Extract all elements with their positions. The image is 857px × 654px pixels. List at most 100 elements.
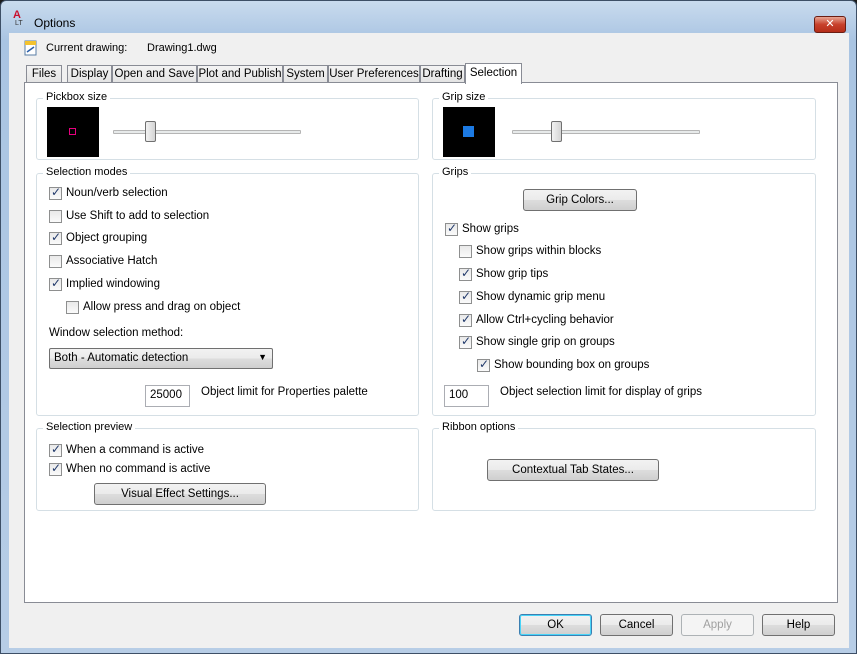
checkbox-box[interactable] <box>66 301 79 314</box>
window-title: Options <box>34 16 76 30</box>
checkbox-label: Show grips <box>462 223 519 235</box>
checkbox-box[interactable]: ✓ <box>459 312 472 327</box>
check-icon: ✓ <box>51 230 62 244</box>
window-method-label: Window selection method: <box>49 327 184 339</box>
drawing-file-icon <box>24 40 37 56</box>
checkbox-label: Allow Ctrl+cycling behavior <box>476 314 614 326</box>
grip-size-preview <box>443 107 495 157</box>
checkbox-box[interactable]: ✓ <box>49 442 62 457</box>
checkbox-label: Show grips within blocks <box>476 245 602 257</box>
close-icon: ✕ <box>825 18 835 30</box>
help-button[interactable]: Help <box>762 614 835 636</box>
checkbox-label: Show grip tips <box>476 268 549 280</box>
tab-selection[interactable]: Selection <box>465 63 522 84</box>
check-icon: ✓ <box>461 312 472 326</box>
pickbox-size-title: Pickbox size <box>43 91 111 103</box>
grip-limit-label: Object selection limit for display of gr… <box>500 386 702 398</box>
selection-modes-group: Selection modes ✓ Noun/verb selection Us… <box>36 166 419 416</box>
ribbon-options-title: Ribbon options <box>439 421 519 433</box>
check-icon: ✓ <box>461 334 472 348</box>
chevron-down-icon: ▼ <box>258 352 267 362</box>
tab-label: Display <box>70 68 109 80</box>
check-icon: ✓ <box>447 221 458 235</box>
grip-limit-input[interactable]: 100 <box>444 385 489 407</box>
button-label: Apply <box>703 619 732 631</box>
tab-user-preferences[interactable]: User Preferences <box>328 65 420 83</box>
checkbox-box[interactable]: ✓ <box>459 266 472 281</box>
tab-plot-and-publish[interactable]: Plot and Publish <box>197 65 283 83</box>
tab-label: User Preferences <box>329 68 419 80</box>
checkbox-box[interactable]: ✓ <box>477 357 490 372</box>
checkbox-label: When a command is active <box>66 444 205 456</box>
grip-colors-button[interactable]: Grip Colors... <box>523 189 637 211</box>
svg-text:LT: LT <box>15 20 23 26</box>
tab-label: Selection <box>469 67 518 79</box>
check-icon: ✓ <box>51 276 62 290</box>
checkbox-box[interactable]: ✓ <box>49 276 62 291</box>
checkbox-box[interactable]: ✓ <box>49 185 62 200</box>
grip-size-group: Grip size <box>432 91 816 160</box>
grip-marker <box>463 126 474 137</box>
tab-drafting[interactable]: Drafting <box>420 65 465 83</box>
checkbox-box[interactable] <box>49 255 62 268</box>
checkbox-label: Show single grip on groups <box>476 336 615 348</box>
visual-effect-settings-button[interactable]: Visual Effect Settings... <box>94 483 266 505</box>
button-label: OK <box>547 619 564 631</box>
grips-group: Grips Grip Colors... ✓ Show grips Show g… <box>432 166 816 416</box>
window-method-value: Both - Automatic detection <box>54 352 189 364</box>
check-icon: ✓ <box>461 289 472 303</box>
checkbox-box[interactable]: ✓ <box>49 461 62 476</box>
checkbox-label: Object grouping <box>66 232 148 244</box>
pickbox-marker <box>69 128 76 135</box>
ok-button[interactable]: OK <box>519 614 592 636</box>
checkbox-label: Noun/verb selection <box>66 187 168 199</box>
check-icon: ✓ <box>51 461 62 475</box>
selection-preview-group: Selection preview ✓ When a command is ac… <box>36 421 419 511</box>
pickbox-slider-track[interactable] <box>113 130 301 134</box>
properties-limit-input[interactable]: 25000 <box>145 385 190 407</box>
checkbox-box[interactable]: ✓ <box>445 221 458 236</box>
tab-label: Files <box>31 68 57 80</box>
checkbox-label: When no command is active <box>66 463 211 475</box>
checkbox-box[interactable]: ✓ <box>49 230 62 245</box>
current-drawing-value: Drawing1.dwg <box>147 42 217 54</box>
contextual-tab-states-button[interactable]: Contextual Tab States... <box>487 459 659 481</box>
dialog-client: Current drawing: Drawing1.dwg Files Disp… <box>9 33 849 648</box>
checkbox-label: Allow press and drag on object <box>83 301 241 313</box>
close-button[interactable]: ✕ <box>814 16 846 33</box>
checkbox-box[interactable]: ✓ <box>459 289 472 304</box>
pickbox-size-group: Pickbox size <box>36 91 419 160</box>
window-method-select[interactable]: Both - Automatic detection ▼ <box>49 348 273 369</box>
tab-label: Plot and Publish <box>198 68 282 80</box>
pickbox-preview <box>47 107 99 157</box>
grip-size-slider-track[interactable] <box>512 130 700 134</box>
check-icon: ✓ <box>461 266 472 280</box>
checkbox-label: Implied windowing <box>66 278 160 290</box>
checkbox-label: Show bounding box on groups <box>494 359 650 371</box>
checkbox-box[interactable] <box>49 210 62 223</box>
autocad-lt-icon: A LT <box>13 9 23 26</box>
check-icon: ✓ <box>51 442 62 456</box>
properties-limit-label: Object limit for Properties palette <box>201 386 368 398</box>
grip-size-title: Grip size <box>439 91 489 103</box>
checkbox-box[interactable] <box>459 245 472 258</box>
tab-open-and-save[interactable]: Open and Save <box>112 65 197 83</box>
grip-limit-value: 100 <box>449 389 469 401</box>
pickbox-slider-thumb[interactable] <box>145 121 156 142</box>
ribbon-options-group: Ribbon options Contextual Tab States... <box>432 421 816 511</box>
tab-display[interactable]: Display <box>67 65 112 83</box>
apply-button[interactable]: Apply <box>681 614 754 636</box>
button-label: Grip Colors... <box>546 194 614 206</box>
title-bar[interactable]: A LT Options ✕ <box>1 1 856 33</box>
button-label: Cancel <box>618 619 655 631</box>
tab-files[interactable]: Files <box>26 65 62 83</box>
options-dialog: A LT Options ✕ Current drawing: Drawing1… <box>0 0 857 654</box>
tab-system[interactable]: System <box>283 65 328 83</box>
checkbox-box[interactable]: ✓ <box>459 334 472 349</box>
properties-limit-value: 25000 <box>150 389 182 401</box>
tab-label: System <box>286 68 325 80</box>
cancel-button[interactable]: Cancel <box>600 614 673 636</box>
check-icon: ✓ <box>479 357 490 371</box>
check-icon: ✓ <box>51 185 62 199</box>
grip-size-slider-thumb[interactable] <box>551 121 562 142</box>
